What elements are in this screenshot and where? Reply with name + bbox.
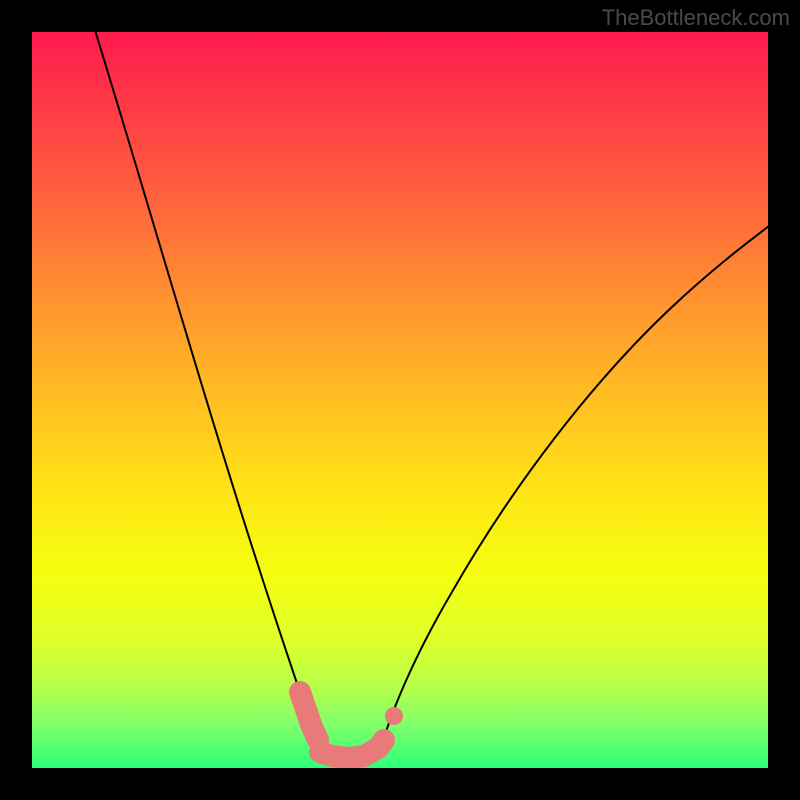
left-curve xyxy=(94,32,316,738)
right-curve xyxy=(384,222,768,738)
chart-frame: TheBottleneck.com xyxy=(0,0,800,800)
watermark-text: TheBottleneck.com xyxy=(602,5,790,31)
valley-markers-left xyxy=(300,692,318,740)
plot-area xyxy=(32,32,768,768)
curve-layer xyxy=(32,32,768,768)
marker-dot xyxy=(385,707,403,725)
valley-markers-bottom xyxy=(320,740,384,758)
